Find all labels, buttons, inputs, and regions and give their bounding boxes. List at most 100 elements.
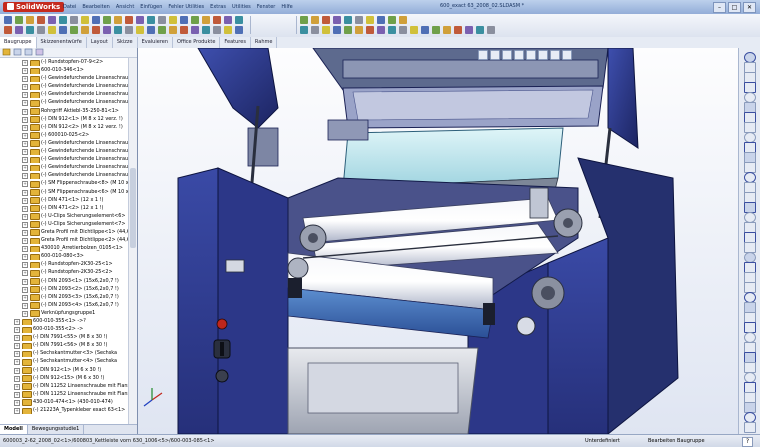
property-manager-icon[interactable] <box>13 48 22 56</box>
redo-icon[interactable] <box>147 16 155 24</box>
print-icon[interactable] <box>37 16 45 24</box>
menu-item-2[interactable]: Ansicht <box>113 3 137 11</box>
expand-toggle-icon[interactable]: + <box>22 278 28 285</box>
undo-icon[interactable] <box>48 16 56 24</box>
view-orientation-icon[interactable] <box>526 50 536 60</box>
tree-row[interactable]: + (-) Gewindefurchende Linsenschraub <box>0 90 128 99</box>
expand-toggle-icon[interactable]: + <box>22 294 28 301</box>
expand-toggle-icon[interactable]: + <box>22 254 28 261</box>
save-icon[interactable] <box>202 16 210 24</box>
tree-row[interactable]: + (-) Rundstopfen-07-9<2> <box>0 58 128 67</box>
expand-toggle-icon[interactable]: + <box>22 84 28 91</box>
save-icon[interactable] <box>26 16 34 24</box>
menu-item-3[interactable]: Einfügen <box>137 3 165 11</box>
tree-row[interactable]: + (-) Sechskantmutter<4> (Sechska <box>0 357 128 366</box>
tab-motion-study[interactable]: Bewegungsstudie1 <box>28 425 85 434</box>
rebuild-icon[interactable] <box>224 26 232 34</box>
redo-icon[interactable] <box>26 26 34 34</box>
open-icon[interactable] <box>158 26 166 34</box>
zoom-area-icon[interactable] <box>490 50 500 60</box>
tab-model[interactable]: Modell <box>0 425 28 434</box>
expand-toggle-icon[interactable]: + <box>14 343 20 350</box>
print-icon[interactable] <box>4 26 12 34</box>
expand-toggle-icon[interactable]: + <box>22 76 28 83</box>
expand-toggle-icon[interactable]: + <box>14 335 20 342</box>
undo-icon[interactable] <box>333 16 341 24</box>
redo-icon[interactable] <box>202 26 210 34</box>
zoom-to-fit-icon[interactable] <box>478 50 488 60</box>
tree-row[interactable]: + (-) DIN 912<15> (M 6 x 30 !) <box>0 374 128 382</box>
expand-toggle-icon[interactable]: + <box>22 108 28 115</box>
expand-toggle-icon[interactable]: + <box>14 375 20 382</box>
print-icon[interactable] <box>92 26 100 34</box>
expand-toggle-icon[interactable]: + <box>22 60 28 66</box>
select-icon[interactable] <box>37 26 45 34</box>
tree-row[interactable]: + Verknüpfungsgruppe1 <box>0 309 128 317</box>
expand-toggle-icon[interactable]: + <box>22 262 28 269</box>
print-icon[interactable] <box>454 26 462 34</box>
expand-toggle-icon[interactable]: + <box>22 302 28 309</box>
tree-row[interactable]: +600-010-080<3> <box>0 252 128 261</box>
tree-row[interactable]: + (-) DIN 2093<4> (15x6,2x0,7 !) <box>0 301 128 309</box>
red-indicator-lamp[interactable] <box>216 318 228 330</box>
tree-row[interactable]: + (-) Rundstopfen-2K30-25<1> <box>0 260 128 269</box>
tree-row[interactable]: + (-) DIN 2093<1> (15x6,2x0,7 !) <box>0 277 128 285</box>
tree-row[interactable]: + (-) SM Flippenschraube<8> (M 10 x <box>0 179 128 188</box>
menu-item-6[interactable]: Utilities <box>229 3 254 11</box>
tree-row[interactable]: + (-) 21223A_Typenkleber exact 63<1> <box>0 406 128 415</box>
minimize-button[interactable]: – <box>713 2 726 13</box>
tree-row[interactable]: + (-) Sechskantmutter<3> (Sechska <box>0 349 128 358</box>
menu-item-4[interactable]: Fehler Utilities <box>165 3 207 11</box>
expand-toggle-icon[interactable]: + <box>14 408 20 415</box>
expand-toggle-icon[interactable]: + <box>22 189 28 196</box>
app-logo[interactable]: SolidWorks <box>3 2 65 12</box>
expand-toggle-icon[interactable]: + <box>14 367 20 374</box>
expand-toggle-icon[interactable]: + <box>22 68 28 75</box>
print-icon[interactable] <box>213 16 221 24</box>
command-tab-0[interactable]: Baugruppe <box>0 37 37 48</box>
tree-row[interactable]: + (-) Gewindefurchende Linsenschraub <box>0 98 128 107</box>
knob[interactable] <box>215 369 229 383</box>
section-view-icon[interactable] <box>514 50 524 60</box>
print-icon[interactable] <box>180 26 188 34</box>
new-icon[interactable] <box>235 26 243 34</box>
open-icon[interactable] <box>191 16 199 24</box>
new-icon[interactable] <box>333 26 341 34</box>
tree-row[interactable]: + (-) Gewindefurchende Linsenschraub <box>0 155 128 164</box>
tree-row[interactable]: + (-) DIN 7991<55> (M 8 x 30 !) <box>0 333 128 342</box>
appearance-icon[interactable] <box>562 50 572 60</box>
tree-row[interactable]: + (-) DIN 912<1> (M 6 x 30 !) <box>0 366 128 374</box>
menu-item-8[interactable]: Hilfe <box>278 3 295 11</box>
command-tab-2[interactable]: Layout <box>87 37 113 48</box>
command-tab-6[interactable]: Features <box>220 37 251 48</box>
hide-show-icon[interactable] <box>550 50 560 60</box>
open-icon[interactable] <box>103 16 111 24</box>
redo-icon[interactable] <box>344 16 352 24</box>
redo-icon[interactable] <box>388 26 396 34</box>
file-icon[interactable] <box>744 422 756 433</box>
save-icon[interactable] <box>399 16 407 24</box>
expand-toggle-icon[interactable]: + <box>22 149 28 156</box>
tree-row[interactable]: + (-) DIN 912<1> (M 8 x 12 verz. !) <box>0 115 128 123</box>
expand-toggle-icon[interactable]: + <box>22 116 28 123</box>
display-style-icon[interactable] <box>538 50 548 60</box>
redo-icon[interactable] <box>59 16 67 24</box>
tree-row[interactable]: + (-) Gewindefurchende Linsenschraub <box>0 147 128 156</box>
expand-toggle-icon[interactable]: + <box>22 165 28 172</box>
tree-row[interactable]: + (-) DIN 912<2> (M 8 x 12 verz. !) <box>0 123 128 131</box>
tree-row[interactable]: + Greta Profil mit Dichtlippe<1> (44,6 <box>0 228 128 237</box>
tree-row[interactable]: + (-) 600010-025<2> <box>0 131 128 139</box>
menu-item-5[interactable]: Extras <box>207 3 229 11</box>
new-icon[interactable] <box>421 26 429 34</box>
save-icon[interactable] <box>311 16 319 24</box>
tree-row[interactable]: +600-010-355<1> ->? <box>0 317 128 326</box>
select-icon[interactable] <box>399 26 407 34</box>
menu-item-1[interactable]: Bearbeiten <box>79 3 112 11</box>
tree-row[interactable]: + (-) SM Flippenschraube<6> (M 10 x <box>0 188 128 196</box>
select-icon[interactable] <box>158 16 166 24</box>
tree-scrollbar[interactable] <box>128 58 137 424</box>
expand-toggle-icon[interactable]: + <box>22 157 28 164</box>
tree-row[interactable]: + (-) DIN 11252 Linsenschraube mit Flansc… <box>0 390 128 398</box>
tree-row[interactable]: + (-) Gewindefurchende Linsenschraub <box>0 171 128 180</box>
tree-row[interactable]: + (-) DIN 2093<3> (15x6,2x0,7 !) <box>0 293 128 301</box>
